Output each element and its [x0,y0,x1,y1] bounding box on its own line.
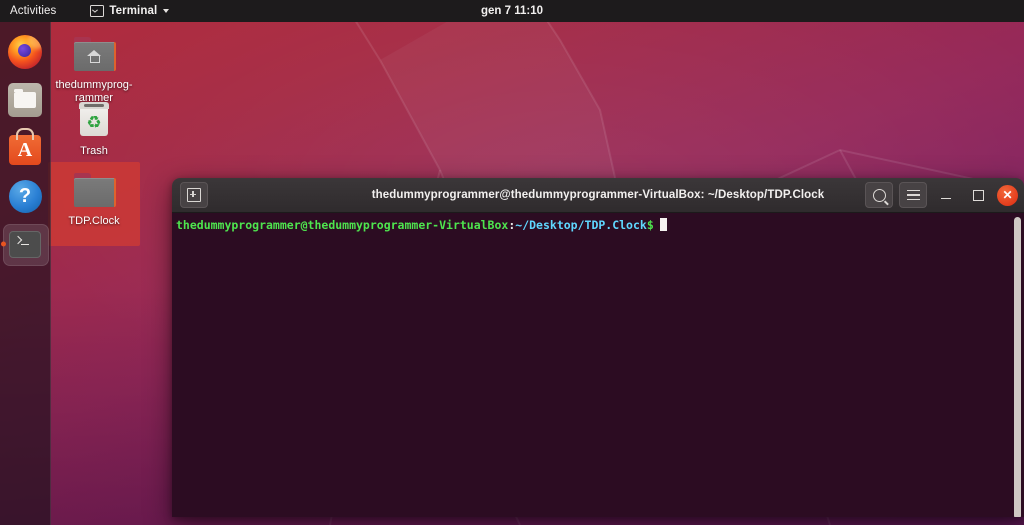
desktop-icon-trash[interactable]: ♻ Trash [48,92,140,158]
help-glyph: ? [18,184,32,207]
prompt-user-host: thedummyprogrammer@thedummyprogrammer-Vi… [176,218,509,232]
dock-item-files[interactable] [0,76,50,124]
maximize-icon[interactable] [965,183,991,207]
chevron-down-icon [163,9,170,13]
dock-item-software[interactable]: A [0,124,50,172]
app-menu-terminal[interactable]: Terminal [82,0,177,22]
close-icon[interactable]: ✕ [997,184,1018,206]
terminal-icon [90,5,105,17]
home-folder-icon [70,32,118,76]
desktop-icon-label: Trash [80,145,108,157]
ubuntu-software-icon: A [7,130,43,166]
activities-label: Activities [10,5,57,17]
trash-icon: ♻ [70,98,118,142]
recycle-icon: ♻ [86,113,102,132]
hamburger-menu-icon[interactable] [899,182,927,208]
terminal-app-icon [7,226,43,262]
desktop-icon-label: TDP.Clock [68,215,120,227]
terminal-window[interactable]: thedummyprogrammer@thedummyprogrammer-Vi… [172,178,1024,517]
help-question-icon: ? [7,178,43,214]
folder-icon [70,168,118,212]
dock-item-firefox[interactable] [0,28,50,76]
app-menu-label: Terminal [109,5,158,17]
terminal-output-area[interactable]: thedummyprogrammer@thedummyprogrammer-Vi… [172,213,1024,517]
minimize-icon[interactable] [933,183,959,207]
desktop-screen: thedummyprog-rammer ♻ Trash TDP.Clock A … [0,0,1024,525]
desktop-icon-tdp-clock-folder[interactable]: TDP.Clock [48,162,140,246]
terminal-cursor [659,218,667,231]
dock-item-help[interactable]: ? [0,172,50,220]
top-bar: Activities Terminal gen 7 11:10 [0,0,1024,22]
terminal-titlebar[interactable]: thedummyprogrammer@thedummyprogrammer-Vi… [172,178,1024,213]
close-glyph: ✕ [1002,188,1013,202]
terminal-scrollbar[interactable] [1014,217,1021,517]
search-icon[interactable] [865,182,893,208]
firefox-icon [7,34,43,70]
dock-item-terminal[interactable] [0,220,50,268]
window-controls: ✕ [865,182,1018,208]
prompt-dollar: $ [646,218,654,232]
activities-button[interactable]: Activities [0,0,64,22]
files-folder-icon [7,82,43,118]
software-a-glyph: A [17,139,33,161]
terminal-prompt-line: thedummyprogrammer@thedummyprogrammer-Vi… [176,218,1024,233]
new-tab-plus-icon[interactable] [180,182,208,208]
dock: A ? [0,22,51,525]
prompt-path: ~/Desktop/TDP.Clock [515,218,647,232]
running-indicator-dot [1,241,6,247]
